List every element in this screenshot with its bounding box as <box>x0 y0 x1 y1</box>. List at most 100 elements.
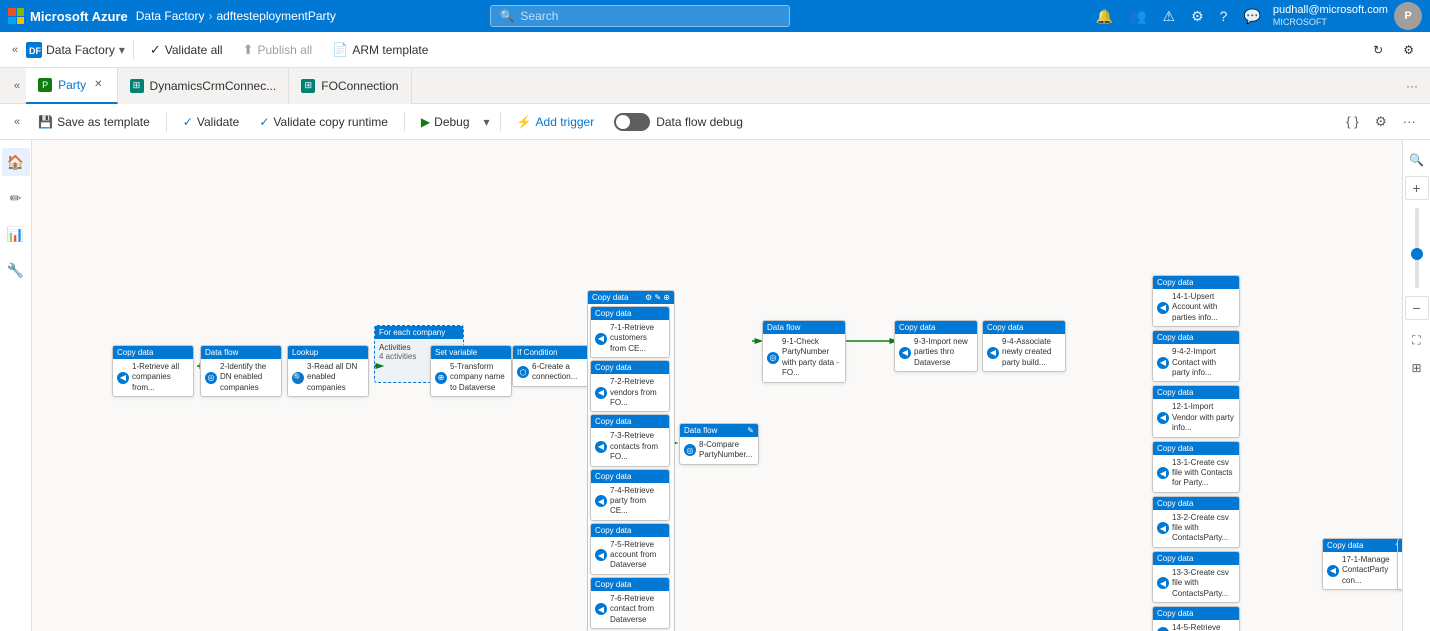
user-company: MICROSOFT <box>1273 17 1388 29</box>
tab-fo[interactable]: ⊞ FOConnection <box>289 68 411 104</box>
edit-icon: ✎ <box>747 426 754 435</box>
node-retrieve-companies[interactable]: Copy data ◀ 1-Retrieve all companies fro… <box>112 345 194 397</box>
search-box[interactable]: 🔍 <box>490 5 790 27</box>
node-icon: ◀ <box>595 603 607 615</box>
node-header: Copy data <box>1153 552 1239 565</box>
tab-collapse-btn[interactable]: « <box>8 78 26 94</box>
action-collapse-btn[interactable]: « <box>8 114 26 130</box>
validate-copy-icon: ✓ <box>259 115 269 129</box>
grid-view-btn[interactable]: ⊞ <box>1405 356 1429 380</box>
header-text: Data flow <box>684 426 717 435</box>
node-create-csv-1[interactable]: Copy data ◀ 13-1-Create csv file with Co… <box>1152 441 1240 493</box>
datafactory-icon: DF <box>26 42 42 58</box>
sidebar-manage-icon[interactable]: 🔧 <box>2 256 30 284</box>
zoom-panel: 🔍 + − ⛶ ⊞ <box>1402 140 1430 631</box>
notifications-icon[interactable]: 🔔 <box>1092 6 1117 27</box>
validate-btn[interactable]: ✓ Validate <box>175 111 248 133</box>
node-body: ◀ 9-3-Import new parties thro Dataverse <box>895 334 977 371</box>
zoom-in-btn[interactable]: + <box>1405 176 1429 200</box>
alerts-icon[interactable]: ⚠ <box>1159 6 1180 27</box>
node-read-dn[interactable]: Lookup 🔍 3-Read all DN enabled companies <box>287 345 369 397</box>
debug-dropdown-btn[interactable]: ▾ <box>482 111 492 133</box>
more-options-btn[interactable]: ··· <box>1397 110 1422 134</box>
node-text: 7-3-Retrieve contacts from FO... <box>610 431 665 462</box>
dataflow-debug-toggle[interactable] <box>614 113 650 131</box>
zoom-out-btn[interactable]: − <box>1405 296 1429 320</box>
node-transform-name[interactable]: Set variable ⊕ 5-Transform company name … <box>430 345 512 397</box>
people-icon[interactable]: 👥 <box>1125 6 1150 27</box>
arm-icon: 📄 <box>332 42 348 58</box>
node-import-parties[interactable]: Copy data ◀ 9-3-Import new parties thro … <box>894 320 978 372</box>
validate-label: Validate <box>197 115 239 129</box>
sidebar-collapse-btn[interactable]: « <box>8 42 22 58</box>
tab-party[interactable]: P Party ✕ <box>26 68 117 104</box>
sidebar-edit-icon[interactable]: ✏ <box>2 184 30 212</box>
node-header: Copy data ✎ <box>1323 539 1402 552</box>
sidebar-home-icon[interactable]: 🏠 <box>2 148 30 176</box>
help-icon[interactable]: ? <box>1216 6 1232 26</box>
node-icon: ◀ <box>1157 627 1169 631</box>
fit-screen-btn[interactable]: ⛶ <box>1405 328 1429 352</box>
node-upsert-account[interactable]: Copy data ◀ 14-1-Upsert Account with par… <box>1152 275 1240 327</box>
validate-copy-btn[interactable]: ✓ Validate copy runtime <box>251 111 396 133</box>
node-import-vendor[interactable]: Copy data ◀ 12-1-Import Vendor with part… <box>1152 385 1240 437</box>
party-tab-close[interactable]: ✕ <box>92 79 104 90</box>
node-create-csv-2[interactable]: Copy data ◀ 13-2-Create csv file with Co… <box>1152 496 1240 548</box>
breadcrumb: Data Factory › adftesteploymentParty <box>136 9 336 23</box>
node-create-csv-3[interactable]: Copy data ◀ 13-3-Create csv file with Co… <box>1152 551 1240 603</box>
node-icon: ◀ <box>595 495 607 507</box>
arm-template-btn[interactable]: 📄 ARM template <box>324 38 436 62</box>
svg-text:DF: DF <box>29 46 41 56</box>
container-header: Copy data ⚙ ✎ ⊕ <box>588 291 674 304</box>
node-7-6[interactable]: Copy data ◀ 7-6-Retrieve contact from Da… <box>590 577 670 629</box>
node-body: ◀ 9-4-Associate newly created party buil… <box>983 334 1065 371</box>
node-icon: ◀ <box>595 333 607 345</box>
tab-dynamics[interactable]: ⊞ DynamicsCrmConnec... <box>118 68 290 104</box>
save-template-btn[interactable]: 💾 Save as template <box>30 111 158 133</box>
node-text: 13-1-Create csv file with Contacts for P… <box>1172 458 1235 489</box>
node-text: 9-4-Associate newly created party build.… <box>1002 337 1061 368</box>
node-compare[interactable]: Data flow ✎ ◎ 8-Compare PartyNumber... <box>679 423 759 465</box>
node-7-4[interactable]: Copy data ◀ 7-4-Retrieve party from CE..… <box>590 469 670 521</box>
user-text: pudhall@microsoft.com MICROSOFT <box>1273 3 1388 29</box>
node-if-condition[interactable]: If Condition ⬡ 6-Create a connection... <box>512 345 594 387</box>
party-tab-label: Party <box>58 78 86 92</box>
action-bar-right: { } ⚙ ··· <box>1340 110 1422 134</box>
node-icon: ◀ <box>1327 565 1339 577</box>
search-input[interactable] <box>520 9 720 23</box>
node-7-1[interactable]: Copy data ◀ 7-1-Retrieve customers from … <box>590 306 670 358</box>
node-identify-dn[interactable]: Data flow ◎ 2-Identify the DN enabled co… <box>200 345 282 397</box>
feedback-icon[interactable]: 💬 <box>1239 6 1264 27</box>
node-manage-contact[interactable]: Copy data ✎ ◀ 17-1-Manage ContactParty c… <box>1322 538 1402 590</box>
zoom-slider[interactable] <box>1415 208 1419 288</box>
node-7-2[interactable]: Copy data ◀ 7-2-Retrieve vendors from FO… <box>590 360 670 412</box>
breadcrumb-factory[interactable]: adftesteploymentParty <box>216 9 335 23</box>
debug-btn[interactable]: ▶ Debug <box>413 111 478 133</box>
pipeline-canvas[interactable]: Copy data ◀ 1-Retrieve all companies fro… <box>32 140 1402 631</box>
sidebar-monitor-icon[interactable]: 📊 <box>2 220 30 248</box>
refresh-btn[interactable]: ↻ <box>1365 39 1391 61</box>
node-7-5[interactable]: Copy data ◀ 7-5-Retrieve account from Da… <box>590 523 670 575</box>
node-icon: ◀ <box>1157 412 1169 424</box>
toolbar-settings-btn[interactable]: ⚙ <box>1395 39 1422 61</box>
settings-icon[interactable]: ⚙ <box>1187 6 1208 27</box>
add-trigger-btn[interactable]: ⚡ Add trigger <box>509 111 603 133</box>
search-canvas-btn[interactable]: 🔍 <box>1405 148 1429 172</box>
node-import-contact-party[interactable]: Copy data ◀ 19-Import ContactParty into.… <box>1397 538 1402 590</box>
filter-btn[interactable]: ⚙ <box>1369 110 1393 134</box>
publish-all-btn[interactable]: ⬆ Publish all <box>235 38 321 62</box>
breadcrumb-df[interactable]: Data Factory <box>136 9 205 23</box>
node-icon: ◀ <box>1157 522 1169 534</box>
node-7-3[interactable]: Copy data ◀ 7-3-Retrieve contacts from F… <box>590 414 670 466</box>
node-check-party[interactable]: Data flow ◎ 9-1-Check PartyNumber with p… <box>762 320 846 383</box>
df-dropdown-icon[interactable]: ▾ <box>119 43 125 57</box>
validate-icon: ✓ <box>150 42 161 58</box>
user-avatar[interactable]: P <box>1394 2 1422 30</box>
node-retrieve-salutation[interactable]: Copy data ◀ 14-5-Retrieve salutation fro… <box>1152 606 1240 631</box>
node-associate-party[interactable]: Copy data ◀ 9-4-Associate newly created … <box>982 320 1066 372</box>
tab-more-btn[interactable]: ··· <box>1402 75 1422 97</box>
code-view-btn[interactable]: { } <box>1340 110 1365 134</box>
user-info[interactable]: pudhall@microsoft.com MICROSOFT P <box>1273 2 1422 30</box>
validate-all-btn[interactable]: ✓ Validate all <box>142 38 231 62</box>
node-import-contact[interactable]: Copy data ◀ 9-4-2-Import Contact with pa… <box>1152 330 1240 382</box>
